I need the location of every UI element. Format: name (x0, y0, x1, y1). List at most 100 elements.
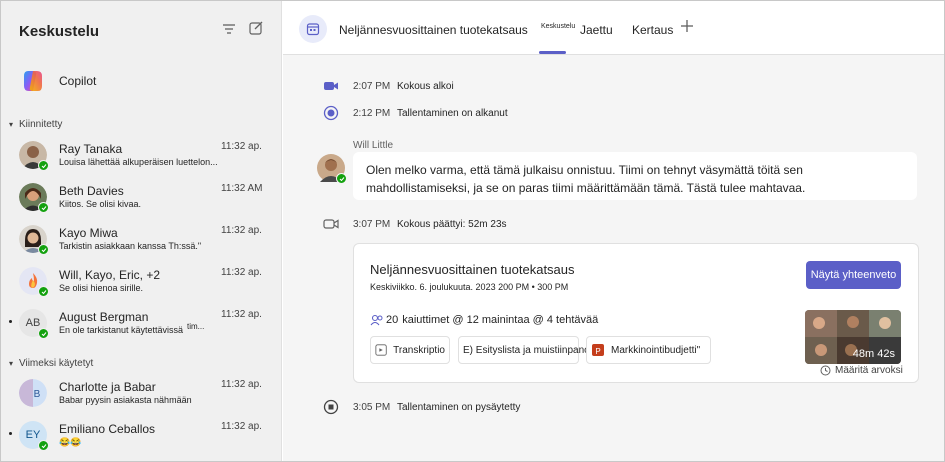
avatar (19, 183, 49, 213)
chat-name: Beth Davies (59, 184, 124, 198)
recording-duration: 48m 42s (852, 348, 895, 360)
video-camera-outline-icon (323, 216, 339, 232)
agenda-notes-chip[interactable]: E) Esityslista ja muistiinpanot (458, 336, 593, 364)
chat-preview: En ole tarkistanut käytettävissä (59, 325, 184, 335)
meeting-header: Neljännesvuosittainen tuotekatsaus Kesku… (283, 1, 944, 55)
meeting-chat-pane: Neljännesvuosittainen tuotekatsaus Kesku… (283, 1, 944, 461)
chat-item-kayo-miwa[interactable]: Kayo Miwa 11:32 ap. Tarkistin asiakkaan … (1, 222, 282, 264)
presence-available-icon (336, 173, 347, 184)
pinned-label: Kiinnitetty (19, 119, 63, 130)
recording-thumbnail[interactable]: 48m 42s (805, 310, 901, 364)
event-text: Tallentaminen on pysäytetty (397, 402, 521, 413)
chat-name: Kayo Miwa (59, 226, 118, 240)
speaker-count: 20 (386, 314, 399, 326)
chat-time: 11:32 ap. (221, 225, 262, 236)
chat-time: 11:32 AM (221, 183, 263, 194)
chat-item-ray-tanaka[interactable]: Ray Tanaka 11:32 ap. Louisa lähettää alk… (1, 138, 282, 180)
event-text: Kokous alkoi (397, 81, 454, 92)
avatar (317, 154, 347, 184)
avatar (19, 267, 49, 297)
unread-indicator (9, 320, 12, 323)
chip-label: Markkinointibudjetti" (611, 344, 701, 356)
chip-label: E) Esityslista ja muistiinpanot (463, 344, 593, 356)
event-time: 2:12 PM (353, 108, 391, 119)
event-time: 3:05 PM (353, 402, 391, 413)
recap-title: Neljännesvuosittainen tuotekatsaus (370, 262, 575, 277)
chat-item-charlotte-babar[interactable]: B Charlotte ja Babar 11:32 ap. Babar pyy… (1, 376, 282, 418)
chat-time: 11:32 ap. (221, 421, 262, 432)
chat-preview: Babar pyysin asiakasta nähmään (59, 395, 192, 405)
calendar-icon (299, 15, 327, 43)
new-chat-icon[interactable] (248, 20, 264, 36)
avatar: B (19, 379, 47, 407)
chip-label: Transkriptio (393, 344, 445, 356)
chat-preview: Kiitos. Se olisi kivaa. (59, 199, 142, 209)
presence-available-icon (38, 440, 49, 451)
chat-name: Ray Tanaka (59, 142, 123, 156)
recap-date: Keskiviikko. 6. joulukuuta. 2023 200 PM … (370, 282, 569, 292)
add-tab-icon[interactable] (679, 18, 695, 34)
chat-time: 11:32 ap. (221, 309, 262, 320)
chat-item-beth-davies[interactable]: Beth Davies 11:32 AM Kiitos. Se olisi ki… (1, 180, 282, 222)
video-camera-icon (323, 78, 339, 94)
tab-shared[interactable]: Jaettu (580, 23, 613, 37)
event-time: 3:07 PM (353, 219, 391, 230)
transcript-chip[interactable]: Transkriptio (370, 336, 450, 364)
avatar (19, 141, 49, 171)
stop-record-icon (323, 399, 339, 415)
event-text: Tallentaminen on alkanut (397, 108, 508, 119)
copilot-item[interactable]: Copilot (1, 61, 282, 101)
chat-name: Charlotte ja Babar (59, 380, 156, 394)
chat-item-august-bergman[interactable]: AB August Bergman 11:32 ap. En ole tarki… (1, 306, 282, 348)
event-text: Kokous päättyi: 52m 23s (397, 219, 507, 230)
pinned-section-header[interactable]: ▾ Kiinnitetty (9, 119, 62, 130)
active-tab-indicator (539, 51, 566, 54)
chat-preview: Louisa lähettää alkuperäisen luettelon..… (59, 157, 218, 167)
marketing-budget-chip[interactable]: P Markkinointibudjetti" (586, 336, 711, 364)
avatar: AB (19, 309, 49, 339)
chat-sidebar: Keskustelu Copilot ▾ Kiinnitetty Ray Tan… (1, 1, 282, 461)
recap-stats: 20 kaiuttimet @ 12 mainintaa @ 4 tehtävä… (370, 314, 598, 326)
transcript-icon (375, 344, 387, 356)
event-meeting-started: 2:07 PM Kokous alkoi (283, 78, 944, 98)
tab-recap[interactable]: Kertaus (632, 23, 673, 37)
tab-chat[interactable]: Keskustelu (541, 23, 575, 30)
chat-name: August Bergman (59, 310, 149, 324)
chat-item-emiliano-ceballos[interactable]: EY Emiliano Ceballos 11:32 ap. 😂😂 (1, 418, 282, 460)
rate-recap[interactable]: Määritä arvoksi (820, 365, 903, 376)
recent-section-header[interactable]: ▾ Viimeksi käytetyt (9, 358, 93, 369)
group-avatar: B (19, 379, 47, 407)
event-meeting-ended: 3:07 PM Kokous päättyi: 52m 23s (283, 216, 944, 236)
avatar (19, 225, 49, 255)
meeting-recap-card: Neljännesvuosittainen tuotekatsaus Keski… (353, 243, 919, 383)
presence-available-icon (38, 202, 49, 213)
unread-indicator (9, 432, 12, 435)
chat-time: 11:32 ap. (221, 267, 262, 278)
chat-preview: 😂😂 (59, 437, 82, 447)
message-author: Will Little (353, 140, 394, 151)
caret-down-icon: ▾ (9, 120, 14, 129)
event-recording-stopped: 3:05 PM Tallentaminen on pysäytetty (283, 399, 944, 419)
sidebar-header: Keskustelu (1, 1, 282, 57)
people-icon (370, 314, 383, 326)
chat-item-group[interactable]: Will, Kayo, Eric, +2 11:32 ap. Se olisi … (1, 264, 282, 306)
event-time: 2:07 PM (353, 81, 391, 92)
chat-name: Will, Kayo, Eric, +2 (59, 268, 161, 282)
chat-preview-overflow: tim... (187, 322, 205, 331)
copilot-logo-icon (24, 71, 42, 91)
rate-label: Määritä arvoksi (835, 365, 903, 376)
chat-preview: Tarkistin asiakkaan kanssa Th:ssä." (59, 241, 202, 251)
copilot-label: Copilot (59, 74, 97, 88)
presence-available-icon (38, 160, 49, 171)
svg-text:P: P (595, 347, 600, 356)
presence-available-icon (38, 244, 49, 255)
message-bubble: Olen melko varma, että tämä julkaisu onn… (353, 152, 917, 200)
presence-available-icon (38, 328, 49, 339)
chat-time: 11:32 ap. (221, 379, 262, 390)
chat-name: Emiliano Ceballos (59, 422, 156, 436)
chat-time: 11:32 ap. (221, 141, 262, 152)
svg-text:B: B (34, 389, 41, 400)
view-summary-button[interactable]: Näytä yhteenveto (806, 261, 901, 289)
filter-icon[interactable] (221, 21, 237, 37)
clock-icon (820, 365, 831, 376)
